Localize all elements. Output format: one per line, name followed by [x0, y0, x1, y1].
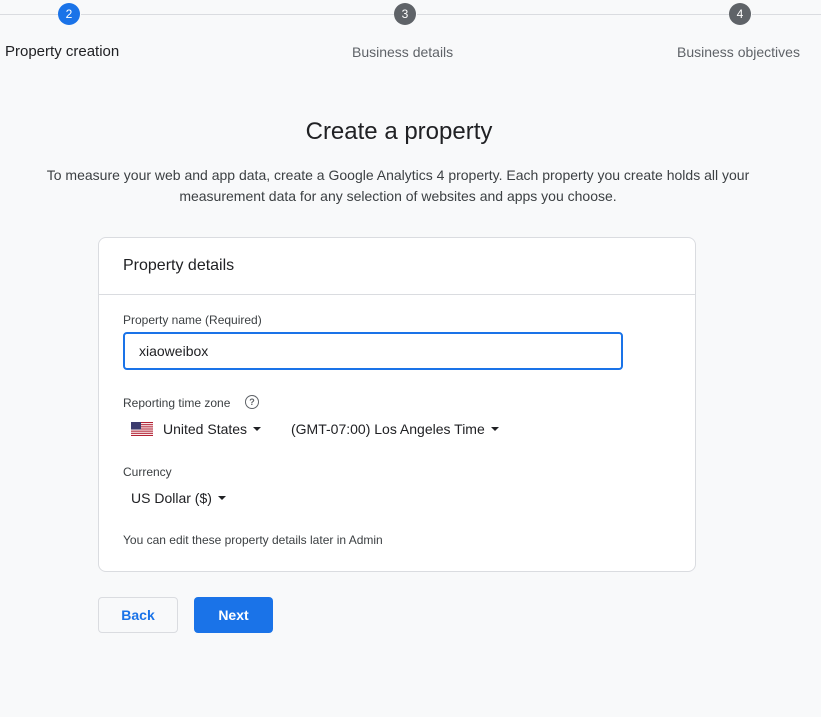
stepper-line — [81, 14, 394, 15]
stepper: 2 3 4 Property creation Business details… — [0, 0, 821, 70]
help-circle-icon[interactable]: ? — [245, 395, 259, 409]
stepper-line — [417, 14, 729, 15]
step-2-circle[interactable]: 2 — [58, 3, 80, 25]
intro-line-2: measurement data for any selection of we… — [179, 187, 617, 204]
timezone-value: (GMT-07:00) Los Angeles Time — [291, 421, 485, 437]
currency-label: Currency — [123, 465, 172, 479]
step-4-label: Business objectives — [677, 44, 800, 60]
stepper-line — [0, 14, 58, 15]
page-title: Create a property — [305, 118, 493, 145]
chevron-down-icon — [253, 427, 262, 431]
currency-value: US Dollar ($) — [131, 490, 212, 506]
step-4-circle[interactable]: 4 — [729, 3, 751, 25]
property-name-label: Property name (Required) — [123, 313, 262, 327]
timezone-select[interactable]: (GMT-07:00) Los Angeles Time — [291, 421, 499, 437]
step-3-label: Business details — [352, 44, 454, 60]
country-select[interactable]: United States — [131, 421, 262, 437]
currency-select[interactable]: US Dollar ($) — [131, 490, 226, 506]
step-2-label: Property creation — [5, 43, 120, 60]
us-flag-icon — [131, 422, 153, 436]
timezone-label: Reporting time zone — [123, 396, 231, 410]
step-3-circle[interactable]: 3 — [394, 3, 416, 25]
intro-line-1: To measure your web and app data, create… — [46, 167, 750, 183]
property-name-input[interactable] — [123, 332, 623, 370]
edit-later-note: You can edit these property details late… — [123, 533, 383, 547]
back-button[interactable]: Back — [98, 597, 178, 633]
chevron-down-icon — [490, 427, 499, 431]
property-details-card: Property details Property name (Required… — [98, 237, 696, 572]
card-title: Property details — [99, 238, 695, 295]
chevron-down-icon — [217, 496, 226, 500]
next-button[interactable]: Next — [194, 597, 273, 633]
page-intro: To measure your web and app data, create… — [10, 165, 786, 206]
country-value: United States — [163, 421, 248, 437]
stepper-line — [752, 14, 821, 15]
